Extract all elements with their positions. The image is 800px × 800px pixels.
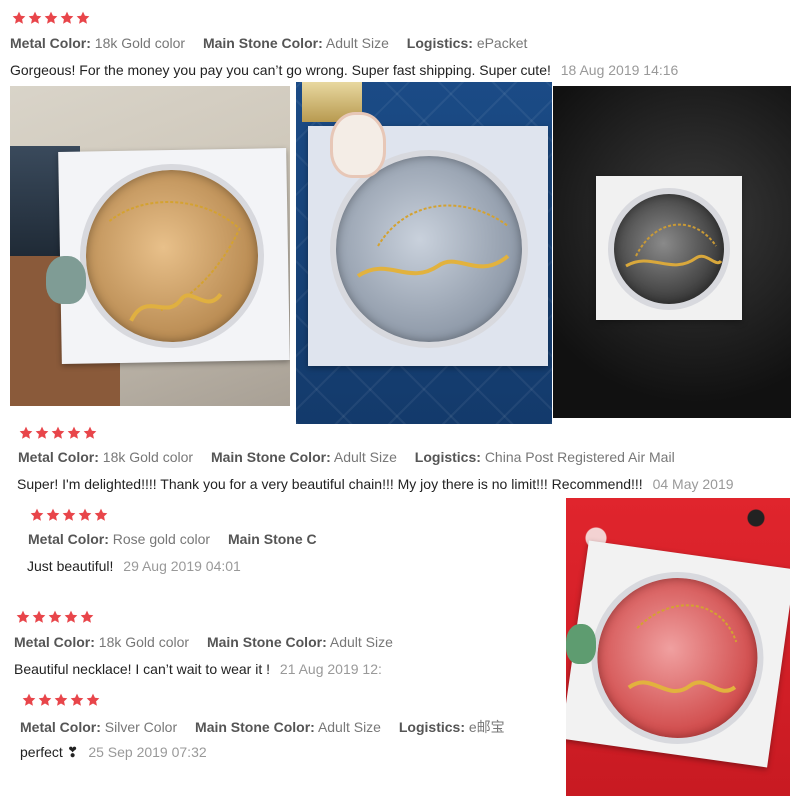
star-icon (21, 692, 37, 708)
star-icon (77, 507, 93, 523)
logistics-value: ePacket (476, 35, 528, 51)
review-5-meta: Metal Color: Silver Color Main Stone Col… (20, 717, 519, 737)
metal-color-label: Metal Color: (28, 531, 109, 547)
metal-color-label: Metal Color: (14, 634, 95, 650)
jewelry-box (58, 148, 290, 364)
logistics-label: Logistics: (398, 719, 465, 735)
review-date: 04 May 2019 (652, 476, 734, 492)
review-1-meta: Metal Color: 18k Gold color Main Stone C… (10, 35, 541, 51)
necklace-alexandra (625, 223, 723, 268)
jewelry-box (566, 540, 790, 768)
stone-color-label: Main Stone C (227, 531, 317, 547)
review-text: perfect ❣ (20, 744, 79, 760)
review-date: 18 Aug 2019 14:16 (560, 62, 679, 78)
review-photo-1[interactable] (10, 86, 290, 406)
jewelry-box (596, 176, 742, 320)
review-4-text: Beautiful necklace! I can’t wait to wear… (14, 661, 382, 677)
review-photo-4[interactable] (566, 498, 790, 796)
stone-color-label: Main Stone Color: (202, 35, 323, 51)
metal-color-value: Rose gold color (112, 531, 211, 547)
review-1-text: Gorgeous! For the money you pay you can’… (10, 62, 678, 78)
logistics-value: China Post Registered Air Mail (484, 449, 675, 465)
review-photo-3[interactable] (553, 86, 791, 418)
star-icon (37, 692, 53, 708)
review-date: 25 Sep 2019 07:32 (88, 744, 207, 760)
star-icon (31, 609, 47, 625)
star-icon (63, 609, 79, 625)
stone-color-value: Adult Size (333, 449, 397, 465)
review-4-meta: Metal Color: 18k Gold color Main Stone C… (14, 634, 407, 650)
stone-color-label: Main Stone Color: (195, 719, 315, 735)
photo-fingernail (330, 112, 386, 178)
star-icon (85, 692, 101, 708)
star-icon (29, 507, 45, 523)
stone-color-value: Adult Size (329, 634, 393, 650)
review-text: Gorgeous! For the money you pay you can’… (10, 62, 551, 78)
review-5-rating (21, 692, 101, 708)
metal-color-value: 18k Gold color (94, 35, 186, 51)
star-icon (11, 10, 27, 26)
star-icon (34, 425, 50, 441)
star-icon (50, 425, 66, 441)
review-2-rating (18, 425, 98, 441)
review-date: 21 Aug 2019 12: (279, 661, 382, 677)
star-icon (53, 692, 69, 708)
star-icon (15, 609, 31, 625)
review-3-rating (29, 507, 109, 523)
star-icon (27, 10, 43, 26)
star-icon (75, 10, 91, 26)
review-4-rating (15, 609, 95, 625)
metal-color-value: 18k Gold color (102, 449, 194, 465)
star-icon (59, 10, 75, 26)
necklace-luryssa (356, 204, 510, 278)
metal-color-value: Silver Color (104, 719, 178, 735)
metal-color-label: Metal Color: (18, 449, 99, 465)
stone-color-value: Adult Size (317, 719, 381, 735)
necklace-hailey (627, 604, 738, 693)
metal-color-value: 18k Gold color (98, 634, 190, 650)
logistics-label: Logistics: (414, 449, 481, 465)
stone-color-value: Adult Size (325, 35, 389, 51)
star-icon (61, 507, 77, 523)
review-text: Beautiful necklace! I can’t wait to wear… (14, 661, 271, 677)
metal-color-label: Metal Color: (20, 719, 101, 735)
star-icon (18, 425, 34, 441)
photo-fingernail (46, 256, 86, 304)
star-icon (79, 609, 95, 625)
star-icon (66, 425, 82, 441)
metal-color-label: Metal Color: (10, 35, 91, 51)
review-2-meta: Metal Color: 18k Gold color Main Stone C… (18, 449, 689, 465)
review-2-text: Super! I'm delighted!!!! Thank you for a… (17, 476, 734, 492)
review-text: Super! I'm delighted!!!! Thank you for a… (17, 476, 643, 492)
stone-color-label: Main Stone Color: (206, 634, 327, 650)
review-3-text: Just beautiful! 29 Aug 2019 04:01 (27, 558, 241, 574)
star-icon (43, 10, 59, 26)
stone-color-label: Main Stone Color: (210, 449, 331, 465)
logistics-label: Logistics: (406, 35, 473, 51)
star-icon (93, 507, 109, 523)
star-icon (69, 692, 85, 708)
photo-fingernail (566, 624, 596, 664)
star-icon (82, 425, 98, 441)
logistics-value: e邮宝 (468, 719, 505, 735)
star-icon (47, 609, 63, 625)
necklace-shanti (108, 201, 241, 322)
review-3-meta: Metal Color: Rose gold color Main Stone … (28, 531, 317, 547)
star-icon (45, 507, 61, 523)
review-text: Just beautiful! (27, 558, 114, 574)
review-date: 29 Aug 2019 04:01 (123, 558, 241, 574)
review-5-text: perfect ❣ 25 Sep 2019 07:32 (20, 744, 207, 761)
review-1-rating (11, 10, 91, 26)
review-photo-2[interactable] (296, 82, 552, 424)
